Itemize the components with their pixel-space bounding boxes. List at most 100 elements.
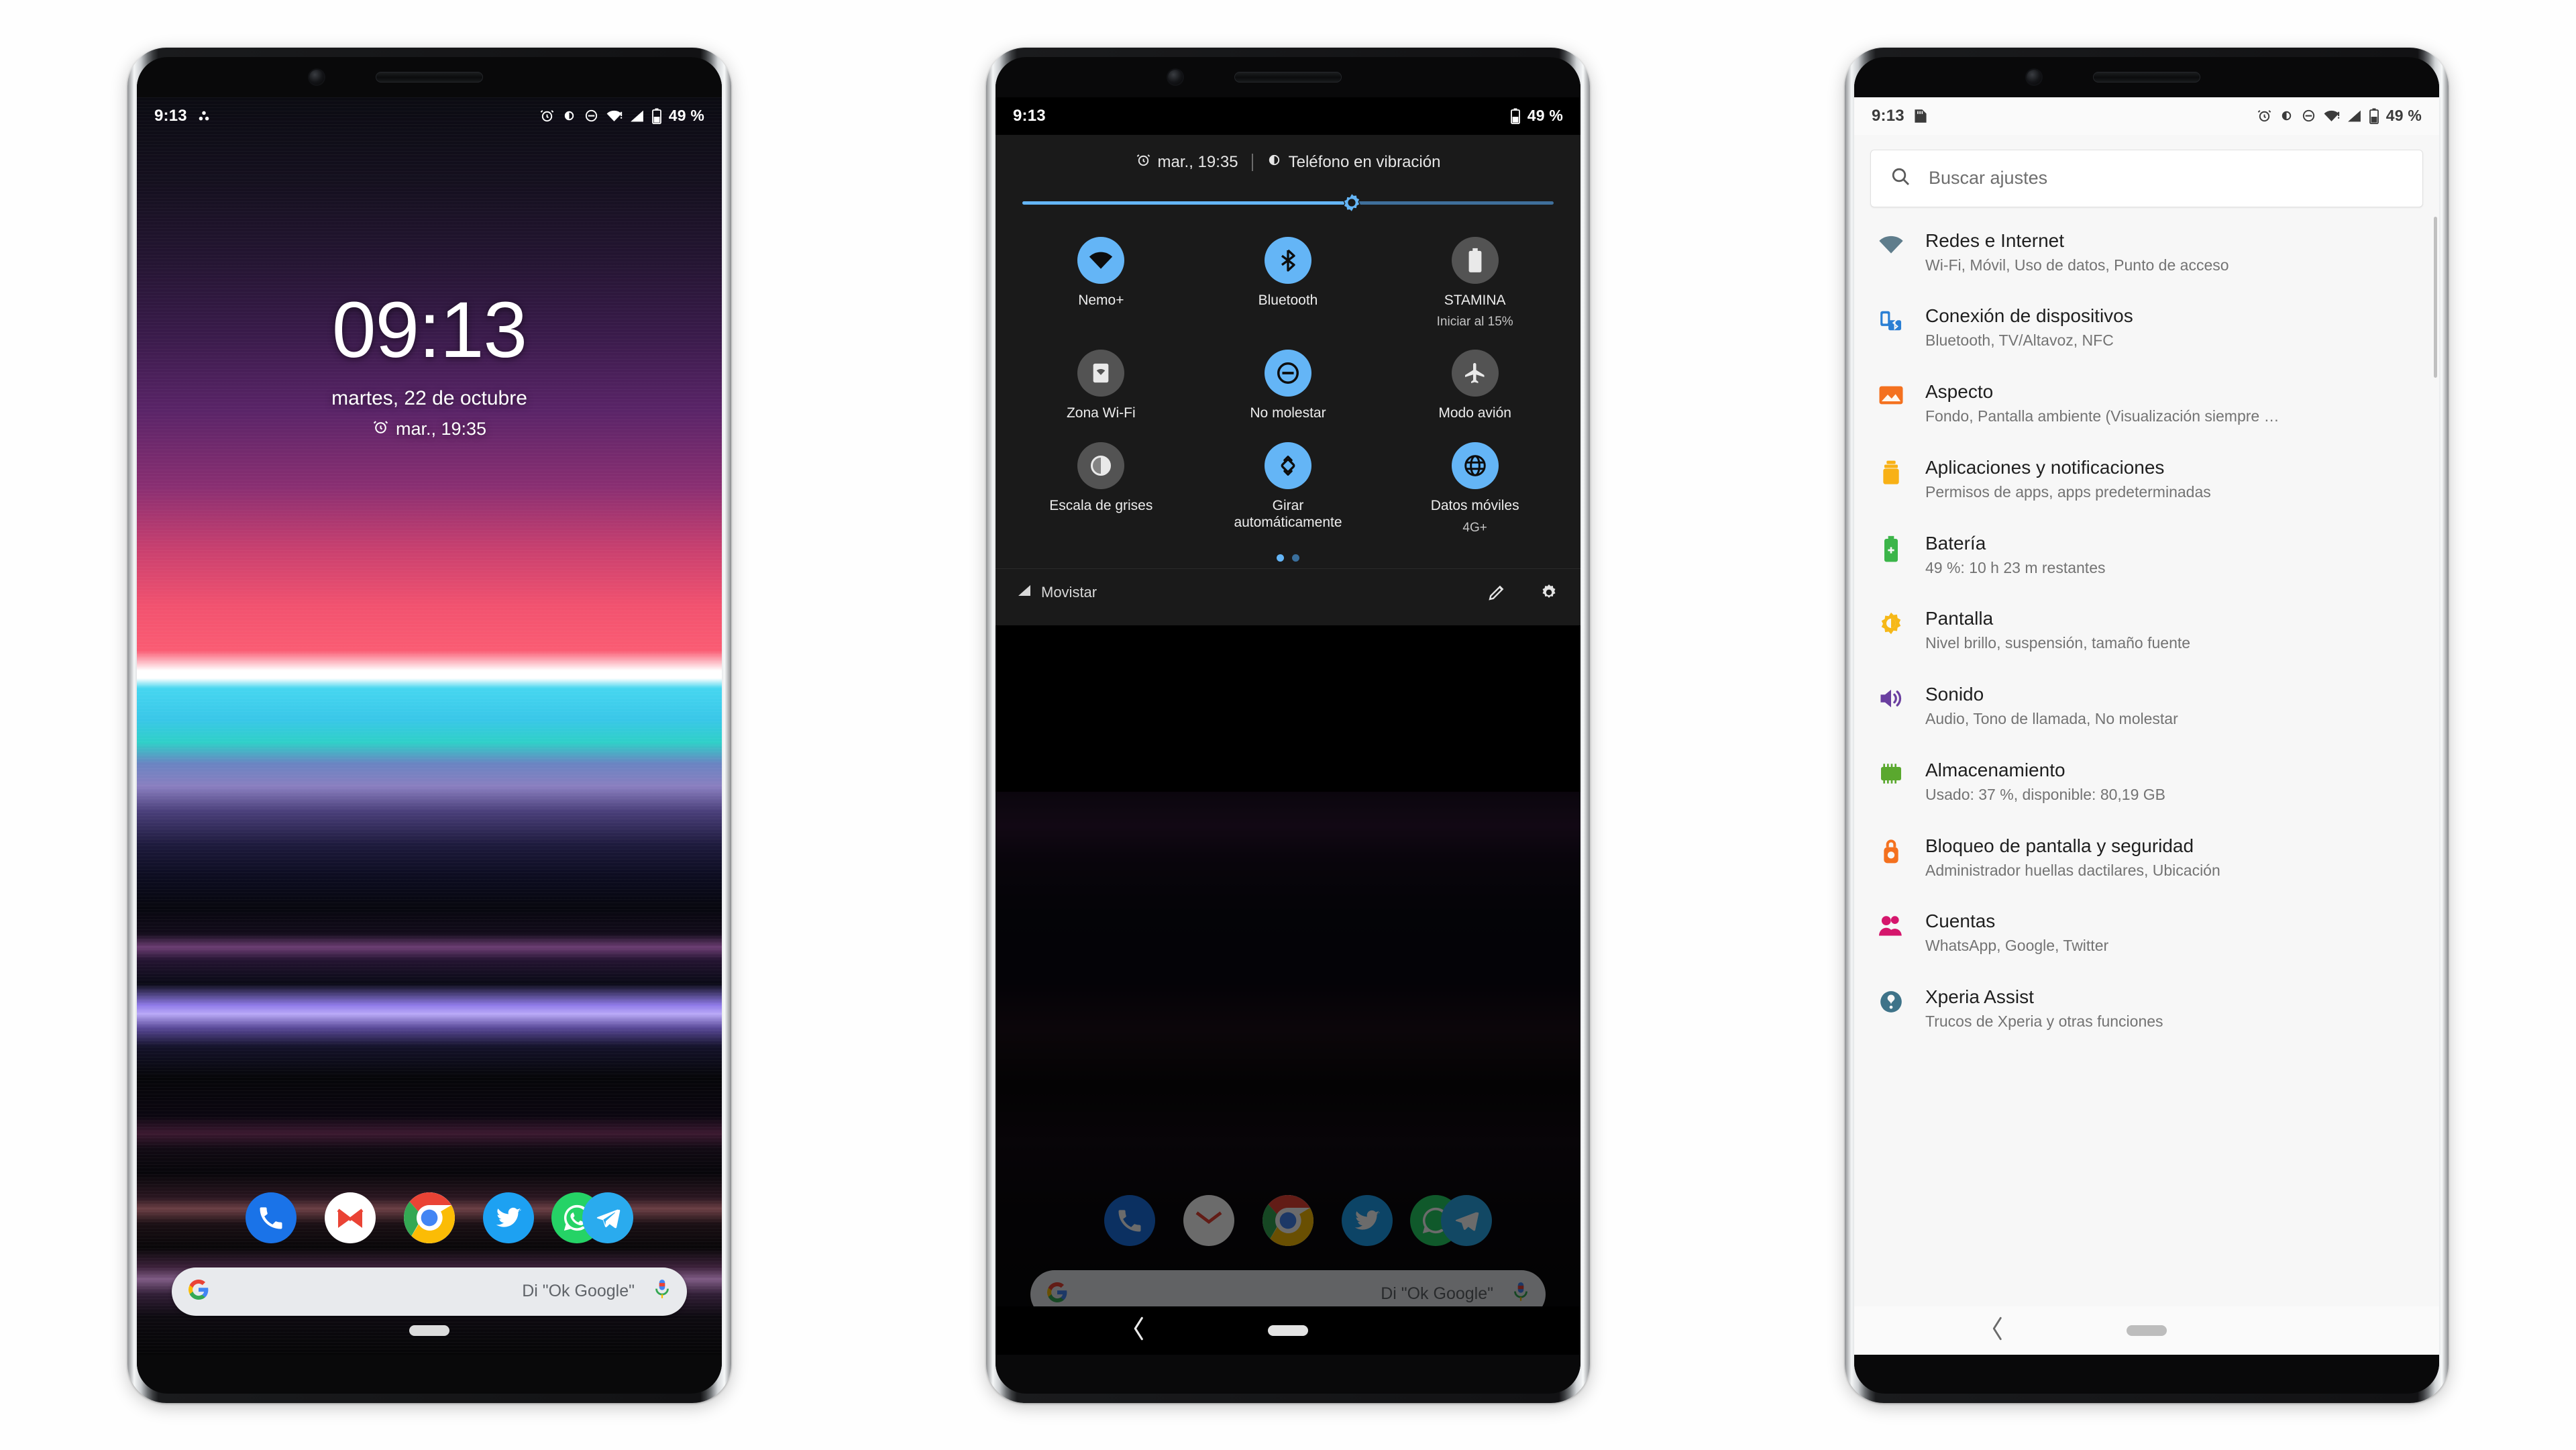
- settings-item-xperia-assist[interactable]: Xperia Assist Trucos de Xperia y otras f…: [1854, 970, 2439, 1046]
- settings-item-title: Cuentas: [1925, 911, 1996, 932]
- qs-ringmode-chip[interactable]: Teléfono en vibración: [1267, 152, 1440, 172]
- settings-item-almacenamiento[interactable]: Almacenamiento Usado: 37 %, disponible: …: [1854, 743, 2439, 819]
- dimmed-home-behind: Di "Ok Google": [996, 791, 1580, 1355]
- settings-item-cuentas[interactable]: Cuentas WhatsApp, Google, Twitter: [1854, 894, 2439, 970]
- qs-tile-stamina[interactable]: STAMINA Iniciar al 15%: [1381, 236, 1568, 330]
- settings-item-title: Aplicaciones y notificaciones: [1925, 456, 2165, 478]
- notification-dots-icon: [197, 109, 211, 123]
- brightness-slider[interactable]: [1022, 192, 1554, 213]
- qs-alarm-text: mar., 19:35: [1157, 152, 1238, 171]
- earpiece-speaker-icon: [2093, 71, 2200, 83]
- wallpaper-icon: [1876, 380, 1907, 407]
- settings-search-placeholder: Buscar ajustes: [1929, 168, 2048, 188]
- wifi-icon: [1876, 229, 1907, 257]
- lock-alarm-row: mar., 19:35: [137, 419, 722, 440]
- twitter-app-icon[interactable]: [1342, 1194, 1393, 1246]
- settings-item-sub: WhatsApp, Google, Twitter: [1925, 937, 2109, 955]
- settings-search-input[interactable]: Buscar ajustes: [1870, 149, 2423, 207]
- front-camera-icon: [309, 69, 324, 85]
- status-bar: 9:13 49 %: [137, 97, 722, 135]
- status-time: 9:13: [1013, 106, 1046, 125]
- settings-item-sub: Usado: 37 %, disponible: 80,19 GB: [1925, 785, 2166, 803]
- phone-app-icon[interactable]: [1104, 1194, 1155, 1246]
- settings-list[interactable]: Redes e Internet Wi-Fi, Móvil, Uso de da…: [1854, 213, 2439, 1306]
- settings-item-sub: Audio, Tono de llamada, No molestar: [1925, 710, 2178, 727]
- settings-item-aspecto[interactable]: Aspecto Fondo, Pantalla ambiente (Visual…: [1854, 365, 2439, 441]
- settings-item-aplicaciones[interactable]: Aplicaciones y notificaciones Permisos d…: [1854, 441, 2439, 517]
- settings-item-sonido[interactable]: Sonido Audio, Tono de llamada, No molest…: [1854, 668, 2439, 743]
- qs-tile-hotspot[interactable]: Zona Wi-Fi: [1008, 350, 1195, 422]
- qs-tile-label: No molestar: [1250, 405, 1326, 421]
- wifi-icon: [606, 109, 623, 123]
- quick-settings-tiles: Nemo+ Bluetooth STAMINA Iniciar al 15% Z…: [996, 219, 1580, 539]
- lock-alarm-text: mar., 19:35: [395, 419, 487, 439]
- accounts-icon: [1876, 909, 1907, 937]
- scrollbar-thumb[interactable]: [2434, 216, 2437, 378]
- telegram-app-icon[interactable]: [582, 1192, 633, 1243]
- status-right: 49 %: [539, 107, 704, 125]
- phone3-screen: 9:13 49 % Buscar ajustes Redes e Interne…: [1854, 97, 2439, 1355]
- phone-app-icon[interactable]: [246, 1192, 297, 1243]
- page-dot-1[interactable]: [1277, 554, 1284, 562]
- telegram-app-icon[interactable]: [1441, 1194, 1492, 1246]
- back-button-icon[interactable]: [1130, 1315, 1148, 1346]
- gmail-app-icon[interactable]: [1183, 1194, 1234, 1246]
- qs-tile-autorotate[interactable]: Girar automáticamente: [1195, 442, 1382, 535]
- status-right: 49 %: [1510, 107, 1563, 125]
- quick-settings-panel: mar., 19:35 Teléfono en vibración Nemo+ …: [996, 134, 1580, 625]
- signal-icon: [629, 109, 645, 123]
- top-bezel: [996, 56, 1580, 97]
- home-pill-button[interactable]: [409, 1325, 449, 1336]
- settings-root: 9:13 49 % Buscar ajustes Redes e Interne…: [1854, 97, 2439, 1355]
- settings-item-bloqueo[interactable]: Bloqueo de pantalla y seguridad Administ…: [1854, 819, 2439, 895]
- home-pill-button[interactable]: [2127, 1325, 2167, 1336]
- bottom-bezel: [1854, 1354, 2439, 1394]
- airplane-icon: [1451, 350, 1499, 397]
- edit-pencil-icon[interactable]: [1487, 582, 1507, 603]
- lock-icon: [1876, 834, 1907, 865]
- phone3-body: 9:13 49 % Buscar ajustes Redes e Interne…: [1854, 56, 2439, 1394]
- qs-alarm-chip[interactable]: mar., 19:35: [1136, 152, 1238, 172]
- qs-tile-nemo[interactable]: Nemo+: [1008, 236, 1195, 330]
- chrome-app-icon[interactable]: [1263, 1194, 1313, 1246]
- qs-tile-mobiledata[interactable]: Datos móviles 4G+: [1381, 442, 1568, 535]
- settings-item-pantalla[interactable]: Pantalla Nivel brillo, suspensión, tamañ…: [1854, 592, 2439, 668]
- vibration-icon: [1267, 152, 1282, 172]
- quick-settings-page-dots: [996, 539, 1580, 568]
- home-pill-button[interactable]: [1268, 1325, 1308, 1336]
- qs-tile-dnd[interactable]: No molestar: [1195, 350, 1382, 422]
- settings-item-conexion[interactable]: Conexión de dispositivos Bluetooth, TV/A…: [1854, 289, 2439, 365]
- qs-tile-bluetooth[interactable]: Bluetooth: [1195, 236, 1382, 330]
- hotspot-icon: [1077, 350, 1125, 397]
- quick-settings-root: 9:13 49 % mar., 19:35 Teléfono en vibrac…: [996, 97, 1580, 1355]
- assist-icon: [1876, 985, 1907, 1015]
- page-dot-2[interactable]: [1292, 554, 1299, 562]
- bluetooth-icon: [1264, 236, 1311, 284]
- microphone-icon[interactable]: [1511, 1281, 1531, 1307]
- search-hint-text: Di "Ok Google": [1381, 1284, 1493, 1303]
- settings-item-redes[interactable]: Redes e Internet Wi-Fi, Móvil, Uso de da…: [1854, 214, 2439, 290]
- qs-tile-label: Nemo+: [1078, 292, 1124, 308]
- screenshot-canvas: 9:13 49 % 09:13 martes, 22 de octubre ma…: [0, 0, 2576, 1450]
- settings-item-title: Almacenamiento: [1925, 759, 2065, 780]
- brightness-thumb[interactable]: [1341, 192, 1362, 213]
- qs-tile-sub: 4G+: [1462, 520, 1487, 535]
- settings-item-title: Sonido: [1925, 684, 1984, 705]
- settings-item-sub: Bluetooth, TV/Altavoz, NFC: [1925, 331, 2114, 350]
- battery-percent: 49 %: [2385, 107, 2422, 124]
- phone1-screen: 9:13 49 % 09:13 martes, 22 de octubre ma…: [137, 97, 722, 1355]
- settings-item-bateria[interactable]: Batería 49 %: 10 h 23 m restantes: [1854, 517, 2439, 592]
- navigation-bar: [996, 1306, 1580, 1355]
- brightness-icon: [561, 108, 577, 123]
- microphone-icon[interactable]: [652, 1278, 672, 1304]
- settings-item-title: Conexión de dispositivos: [1925, 305, 2133, 327]
- chrome-app-icon[interactable]: [404, 1192, 455, 1243]
- settings-item-title: Batería: [1925, 532, 1986, 554]
- phone-device-quicksettings: 9:13 49 % mar., 19:35 Teléfono en vibrac…: [986, 47, 1590, 1403]
- twitter-app-icon[interactable]: [483, 1192, 534, 1243]
- gmail-app-icon[interactable]: [325, 1192, 376, 1243]
- qs-tile-airplane[interactable]: Modo avión: [1381, 350, 1568, 422]
- qs-tile-grayscale[interactable]: Escala de grises: [1008, 442, 1195, 535]
- gear-icon[interactable]: [1539, 582, 1559, 603]
- back-button-icon[interactable]: [1989, 1315, 2006, 1346]
